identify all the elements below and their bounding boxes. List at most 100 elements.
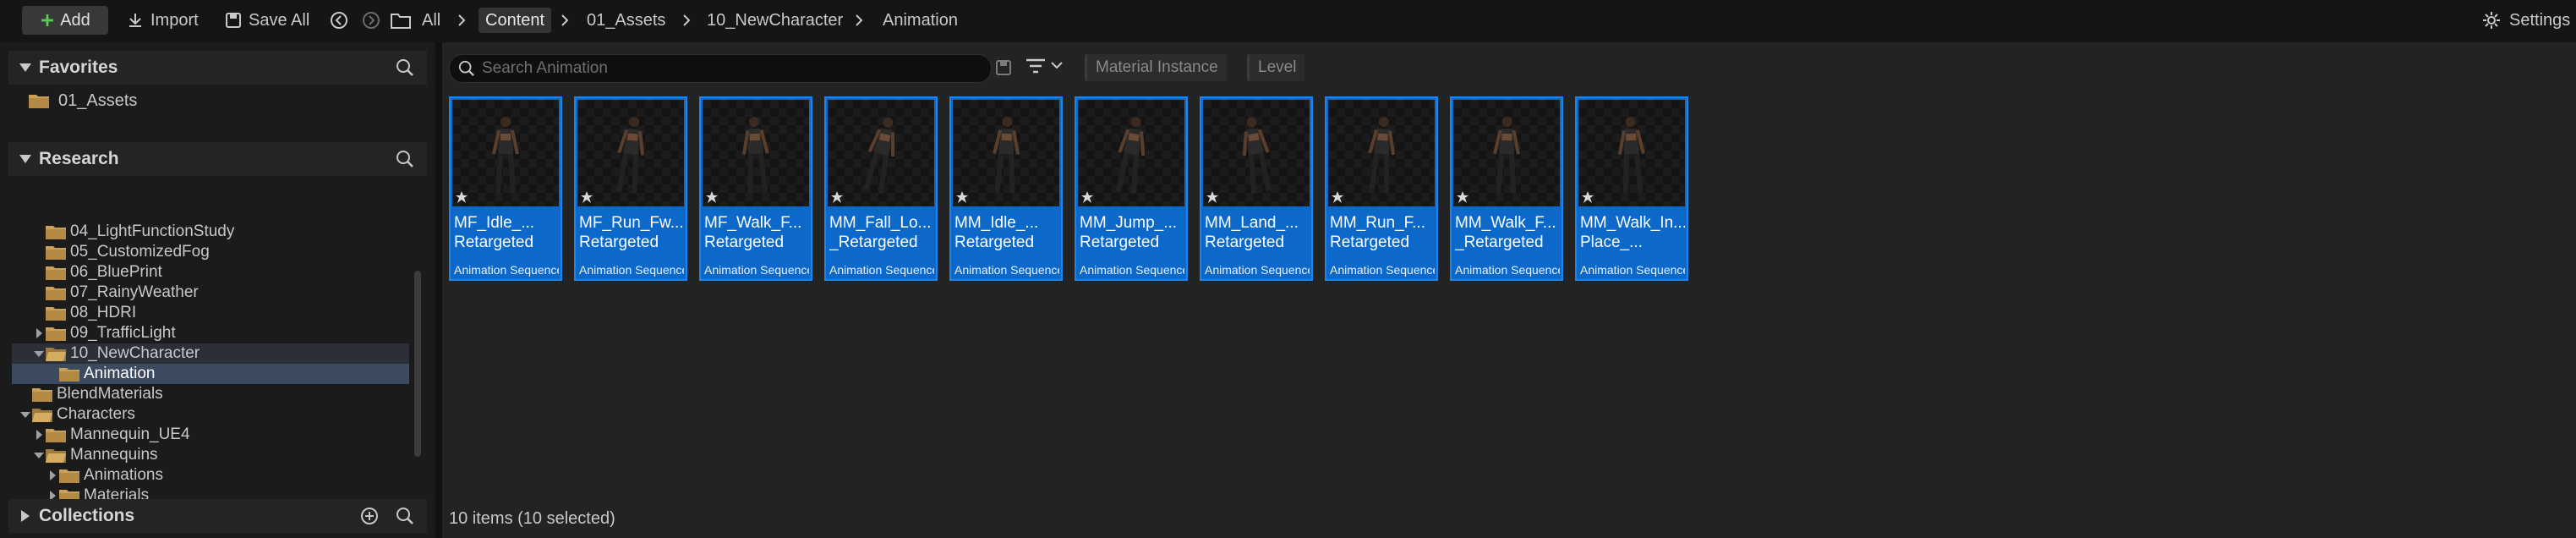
breadcrumb-content-label: Content [485, 10, 545, 30]
animation-asset-icon [1206, 191, 1218, 203]
tree-item[interactable]: 05_CustomizedFog [12, 242, 409, 262]
breadcrumb-10-newcharacter-label: 10_NewCharacter [707, 10, 844, 30]
filter-button[interactable] [1025, 58, 1063, 74]
breadcrumb-separator-icon[interactable] [457, 0, 467, 41]
asset-name: MM_Land_... Retargeted [1205, 214, 1299, 251]
asset-type: Animation Sequence [829, 263, 934, 277]
tree-item[interactable]: Animations [12, 465, 409, 486]
back-arrow-icon [331, 12, 347, 29]
asset-name: MF_Walk_F... Retargeted [704, 214, 802, 251]
animation-asset-icon [706, 191, 718, 203]
tree-item[interactable]: 07_RainyWeather [12, 283, 409, 303]
tree-item[interactable]: 10_NewCharacter [12, 343, 409, 364]
folder-open-icon [46, 449, 66, 463]
tree-item[interactable]: Mannequin_UE4 [12, 425, 409, 445]
asset-thumbnail [452, 100, 559, 206]
breadcrumb-all-label: All [422, 10, 441, 30]
collapsed-arrow-icon[interactable] [32, 327, 46, 340]
add-collection-icon[interactable] [360, 507, 379, 525]
asset-type: Animation Sequence [1580, 263, 1685, 277]
asset-tile[interactable]: MF_Run_Fw... Retargeted Animation Sequence [574, 96, 687, 281]
favorites-title: Favorites [39, 58, 118, 77]
breadcrumb-01-assets[interactable]: 01_Assets [587, 0, 665, 41]
asset-thumbnail [577, 100, 684, 206]
asset-tile[interactable]: MM_Land_... Retargeted Animation Sequence [1200, 96, 1313, 281]
favorite-item-01-assets[interactable]: 01_Assets [29, 90, 137, 112]
settings-button[interactable]: Settings [2482, 0, 2570, 41]
tree-item-label: Animation [84, 365, 156, 382]
save-search-icon[interactable] [995, 59, 1012, 76]
search-icon[interactable] [396, 507, 414, 525]
asset-type: Animation Sequence [579, 263, 684, 277]
animation-asset-icon [581, 191, 593, 203]
filter-chip-level[interactable]: Level [1247, 54, 1305, 81]
asset-tile[interactable]: MM_Walk_F... _Retargeted Animation Sequenc… [1450, 96, 1563, 281]
asset-tile[interactable]: MM_Jump_... Retargeted Animation Sequence [1075, 96, 1188, 281]
breadcrumb-01-assets-label: 01_Assets [587, 10, 666, 30]
character-figure-icon [993, 117, 1020, 194]
filter-chip-material-instance[interactable]: Material Instance [1085, 54, 1227, 81]
favorites-header[interactable]: Favorites [8, 51, 427, 85]
tree-item[interactable]: 06_BluePrint [12, 262, 409, 283]
breadcrumb-separator-icon[interactable] [560, 0, 570, 41]
breadcrumb-content[interactable]: Content [479, 8, 552, 33]
asset-name: MF_Run_Fw... Retargeted [579, 214, 684, 251]
breadcrumb-10-newcharacter[interactable]: 10_NewCharacter [707, 0, 843, 41]
expanded-arrow-icon[interactable] [19, 408, 32, 421]
breadcrumb-animation[interactable]: Animation [883, 0, 958, 41]
add-button[interactable]: Add [22, 6, 108, 35]
research-header[interactable]: Research [8, 142, 427, 176]
tree-item[interactable]: Mannequins [12, 445, 409, 465]
animation-asset-icon [456, 191, 468, 203]
search-icon[interactable] [396, 150, 414, 168]
collections-header[interactable]: Collections [8, 499, 427, 533]
asset-tile[interactable]: MM_Run_F... Retargeted Animation Sequence [1325, 96, 1438, 281]
asset-tile[interactable]: MM_Idle_... Retargeted Animation Sequence [949, 96, 1063, 281]
asset-thumbnail [1578, 100, 1685, 206]
asset-tile[interactable]: MF_Walk_F... Retargeted Animation Sequence [699, 96, 812, 281]
tree-item[interactable]: 08_HDRI [12, 303, 409, 323]
tree-item[interactable]: Characters [12, 404, 409, 425]
add-label: Add [60, 10, 90, 30]
folder-icon [46, 246, 66, 260]
browse-folder-button[interactable] [391, 0, 411, 41]
asset-view-panel: Material Instance Level MF_Idle_...Retar… [442, 42, 2576, 538]
panel-splitter[interactable] [435, 42, 442, 538]
tree-item[interactable]: BlendMaterials [12, 384, 409, 404]
expanded-arrow-icon[interactable] [32, 448, 46, 462]
asset-tile[interactable]: MM_Fall_Lo... _Retargeted Animation Sequen… [824, 96, 938, 281]
breadcrumb-separator-icon[interactable] [681, 0, 692, 41]
animation-asset-icon [956, 191, 968, 203]
import-button[interactable]: Import [127, 0, 199, 41]
asset-name: MM_Walk_In... Place_... [1580, 214, 1685, 251]
asset-tile[interactable]: MM_Walk_In... Place_... Animation Sequence [1575, 96, 1688, 281]
forward-arrow-icon [363, 12, 380, 29]
chevron-down-icon [1051, 62, 1063, 69]
tree-scrollbar[interactable] [414, 271, 421, 457]
asset-thumbnail [703, 100, 809, 206]
breadcrumb-all[interactable]: All [422, 0, 440, 41]
tree-item[interactable]: 09_TrafficLight [12, 323, 409, 343]
collapsed-arrow-icon[interactable] [46, 469, 59, 482]
expanded-arrow-icon[interactable] [32, 347, 46, 360]
gear-icon [2483, 12, 2500, 29]
collapsed-arrow-icon[interactable] [32, 428, 46, 442]
tree-item-label: 09_TrafficLight [70, 324, 176, 342]
tree-item-label: 05_CustomizedFog [70, 243, 210, 261]
folder-open-icon [46, 348, 66, 361]
character-figure-icon [1368, 117, 1396, 194]
search-icon[interactable] [396, 58, 414, 77]
asset-name: MM_Walk_F... _Retargeted [1455, 214, 1556, 251]
save-all-button[interactable]: Save All [225, 0, 309, 41]
search-input[interactable] [480, 58, 974, 79]
asset-tile[interactable]: MF_Idle_... Retargeted Animation Sequence [449, 96, 562, 281]
asset-search-box[interactable] [449, 54, 992, 83]
breadcrumb-separator-icon[interactable] [854, 0, 864, 41]
collapse-triangle-icon [19, 155, 31, 163]
history-back-button[interactable] [330, 0, 348, 41]
animation-asset-icon [1582, 191, 1594, 203]
tree-item[interactable]: 04_LightFunctionStudy [12, 222, 409, 242]
history-forward-button[interactable] [362, 0, 380, 41]
import-label: Import [150, 10, 199, 30]
tree-item[interactable]: Animation [12, 364, 409, 384]
